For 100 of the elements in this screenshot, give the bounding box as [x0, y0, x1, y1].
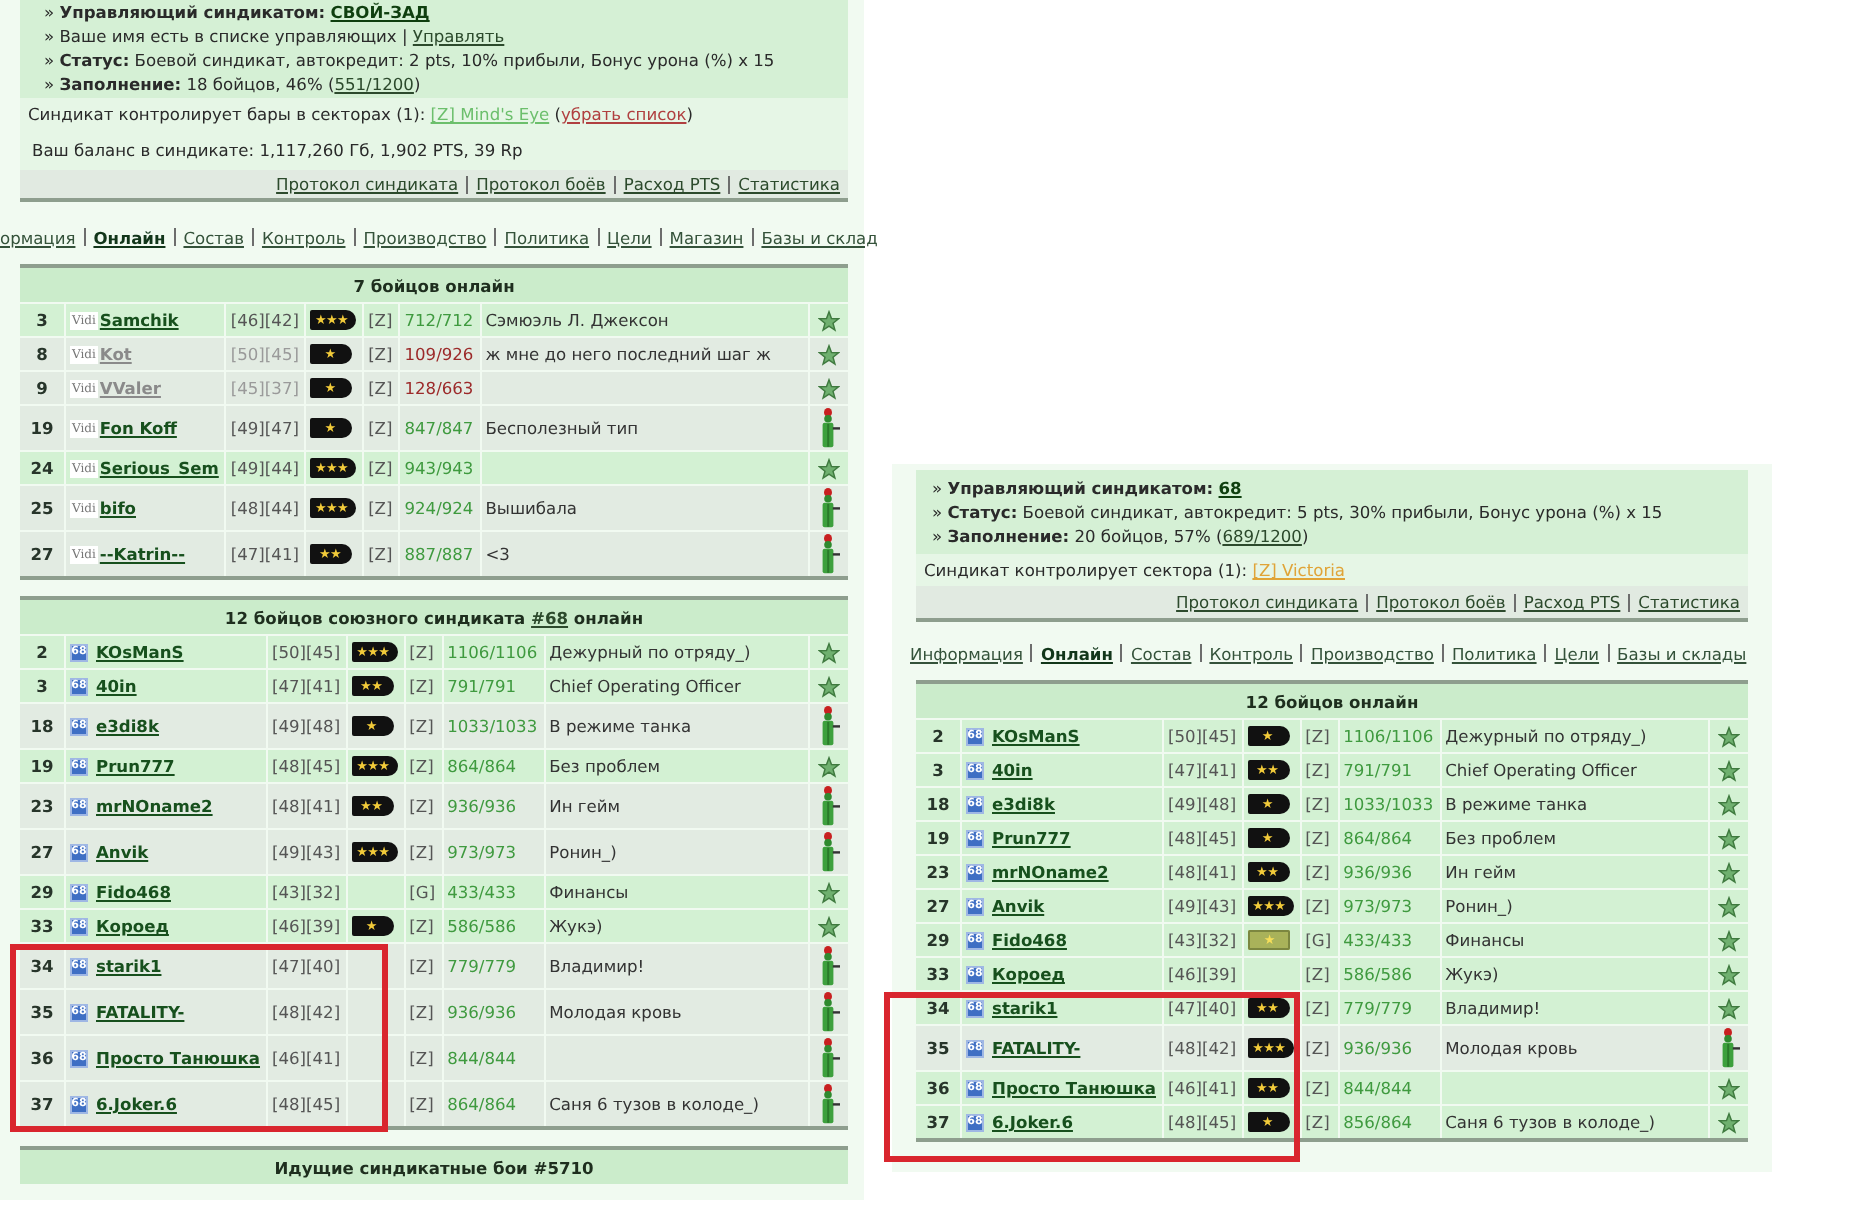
- player-link[interactable]: Fido468: [96, 882, 171, 902]
- info-line: » Управляющий синдикатом: 68: [932, 478, 1242, 498]
- player-link[interactable]: FATALITY-: [992, 1038, 1081, 1058]
- text-link[interactable]: 551/1200: [334, 74, 414, 94]
- nav-tab[interactable]: Базы и склад: [761, 227, 878, 247]
- player-link[interactable]: Fon Koff: [99, 418, 177, 438]
- player-link[interactable]: 40in: [96, 676, 137, 696]
- player-link[interactable]: Serious_Sem: [99, 458, 219, 478]
- syndicate-link[interactable]: 68: [1218, 478, 1242, 498]
- status-note: Chief Operating Officer: [549, 676, 741, 696]
- protocol-link[interactable]: Протокол синдиката: [1176, 592, 1359, 612]
- player-link[interactable]: Prun777: [96, 756, 175, 776]
- player-link[interactable]: Просто Танюшка: [96, 1048, 260, 1068]
- text-link[interactable]: #68: [531, 607, 569, 627]
- status-note: Саня 6 тузов в колоде_): [549, 1094, 759, 1114]
- player-link[interactable]: e3di8k: [96, 716, 159, 736]
- row-number: 2: [932, 726, 944, 746]
- player-link[interactable]: Fido468: [992, 930, 1067, 950]
- info-line: » Ваше имя есть в списке управляющих | Управлять: [44, 26, 505, 46]
- protocol-link[interactable]: Протокол боёв: [476, 174, 606, 194]
- player-link[interactable]: starik1: [96, 956, 162, 976]
- nav-tab[interactable]: Онлайн: [1040, 643, 1113, 663]
- nav-tab[interactable]: Политика: [504, 227, 590, 247]
- player-link[interactable]: mrNOname2: [96, 796, 213, 816]
- level-text: [46][41]: [272, 1048, 341, 1068]
- text-link[interactable]: 689/1200: [1222, 526, 1302, 546]
- remove-list-link[interactable]: убрать список: [560, 104, 687, 124]
- row-number: 25: [30, 498, 54, 518]
- player-link[interactable]: Короед: [96, 916, 169, 936]
- protocol-link[interactable]: Статистика: [738, 174, 840, 194]
- level-text: [46][39]: [1168, 964, 1237, 984]
- hp-value: 586/586: [447, 916, 517, 936]
- player-link[interactable]: Prun777: [992, 828, 1071, 848]
- nav-tab[interactable]: Онлайн: [93, 227, 166, 247]
- player-link[interactable]: Короед: [992, 964, 1065, 984]
- protocol-link[interactable]: Расход PTS: [623, 174, 721, 194]
- player-link[interactable]: 6.Joker.6: [96, 1094, 177, 1114]
- hp-value: 791/791: [1343, 760, 1413, 780]
- hp-value: 712/712: [404, 310, 474, 330]
- row-number: 18: [30, 716, 54, 736]
- hp-value: 864/864: [447, 756, 517, 776]
- protocol-link[interactable]: Расход PTS: [1523, 592, 1621, 612]
- hp-value: 864/864: [1343, 828, 1413, 848]
- zone-label: [Z]: [409, 1002, 434, 1022]
- level-text: [48][45]: [272, 1094, 341, 1114]
- row-number: 27: [30, 544, 54, 564]
- nav-tab[interactable]: Цели: [1554, 643, 1600, 663]
- hp-value: 864/864: [447, 1094, 517, 1114]
- nav-tab[interactable]: ормация: [0, 227, 76, 247]
- zone-label: [Z]: [368, 310, 393, 330]
- nav-tab[interactable]: Состав: [183, 227, 244, 247]
- nav-tab[interactable]: Производство: [1310, 643, 1434, 663]
- nav-tab[interactable]: Контроль: [261, 227, 346, 247]
- player-link[interactable]: starik1: [992, 998, 1058, 1018]
- row-number: 3: [36, 676, 48, 696]
- protocol-link[interactable]: Протокол синдиката: [276, 174, 459, 194]
- player-link[interactable]: 6.Joker.6: [992, 1112, 1073, 1132]
- nav-tab[interactable]: Базы и склады: [1617, 643, 1747, 663]
- status-note: Финансы: [549, 882, 629, 902]
- status-note: Молодая кровь: [1445, 1038, 1578, 1058]
- nav-tab[interactable]: Производство: [363, 227, 487, 247]
- level-text: [47][41]: [272, 676, 341, 696]
- zone-label: [Z]: [409, 642, 434, 662]
- hp-value: 973/973: [447, 842, 517, 862]
- sector-text: Синдикат контролирует сектора (1): [Z] Victoria: [924, 560, 1345, 580]
- level-text: [47][41]: [1168, 760, 1237, 780]
- nav-tab[interactable]: Состав: [1130, 643, 1192, 663]
- player-link[interactable]: KOsManS: [96, 642, 184, 662]
- player-link[interactable]: FATALITY-: [96, 1002, 185, 1022]
- row-number: 37: [30, 1094, 54, 1114]
- info-line: » Управляющий синдикатом: СВОЙ-ЗАД: [44, 2, 430, 22]
- nav-tab[interactable]: Магазин: [669, 227, 744, 247]
- player-link[interactable]: 40in: [992, 760, 1033, 780]
- nav-tab[interactable]: Политика: [1451, 643, 1537, 663]
- zone-label: [Z]: [1305, 862, 1330, 882]
- syndicate-link[interactable]: СВОЙ-ЗАД: [330, 2, 430, 22]
- protocol-link[interactable]: Протокол боёв: [1376, 592, 1506, 612]
- protocol-link[interactable]: Статистика: [1638, 592, 1740, 612]
- player-link[interactable]: Anvik: [992, 896, 1045, 916]
- player-link[interactable]: Просто Танюшка: [992, 1078, 1156, 1098]
- player-link[interactable]: Anvik: [96, 842, 149, 862]
- player-link[interactable]: mrNOname2: [992, 862, 1109, 882]
- nav-tab[interactable]: Цели: [607, 227, 652, 247]
- level-text: [48][45]: [1168, 1112, 1237, 1132]
- nav-tab[interactable]: Информация: [910, 643, 1023, 663]
- player-link[interactable]: --Katrin--: [99, 544, 186, 564]
- info-line: » Заполнение: 18 бойцов, 46% (551/1200): [44, 74, 421, 94]
- table-title: 12 бойцов онлайн: [1245, 691, 1419, 711]
- player-link[interactable]: KOsManS: [992, 726, 1080, 746]
- player-link[interactable]: e3di8k: [992, 794, 1055, 814]
- row-number: 19: [30, 418, 54, 438]
- nav-tab[interactable]: Контроль: [1209, 643, 1293, 663]
- hp-value: 1033/1033: [1343, 794, 1434, 814]
- row-number: 27: [30, 842, 54, 862]
- row-number: 9: [36, 378, 48, 398]
- hp-value: 1106/1106: [447, 642, 538, 662]
- balance-text: Ваш баланс в синдикате: 1,117,260 Гб, 1,902 PTS, 39 Rp: [32, 140, 523, 160]
- player-link[interactable]: bifo: [99, 498, 136, 518]
- text-link[interactable]: Управлять: [412, 26, 505, 46]
- player-link[interactable]: Samchik: [99, 310, 179, 330]
